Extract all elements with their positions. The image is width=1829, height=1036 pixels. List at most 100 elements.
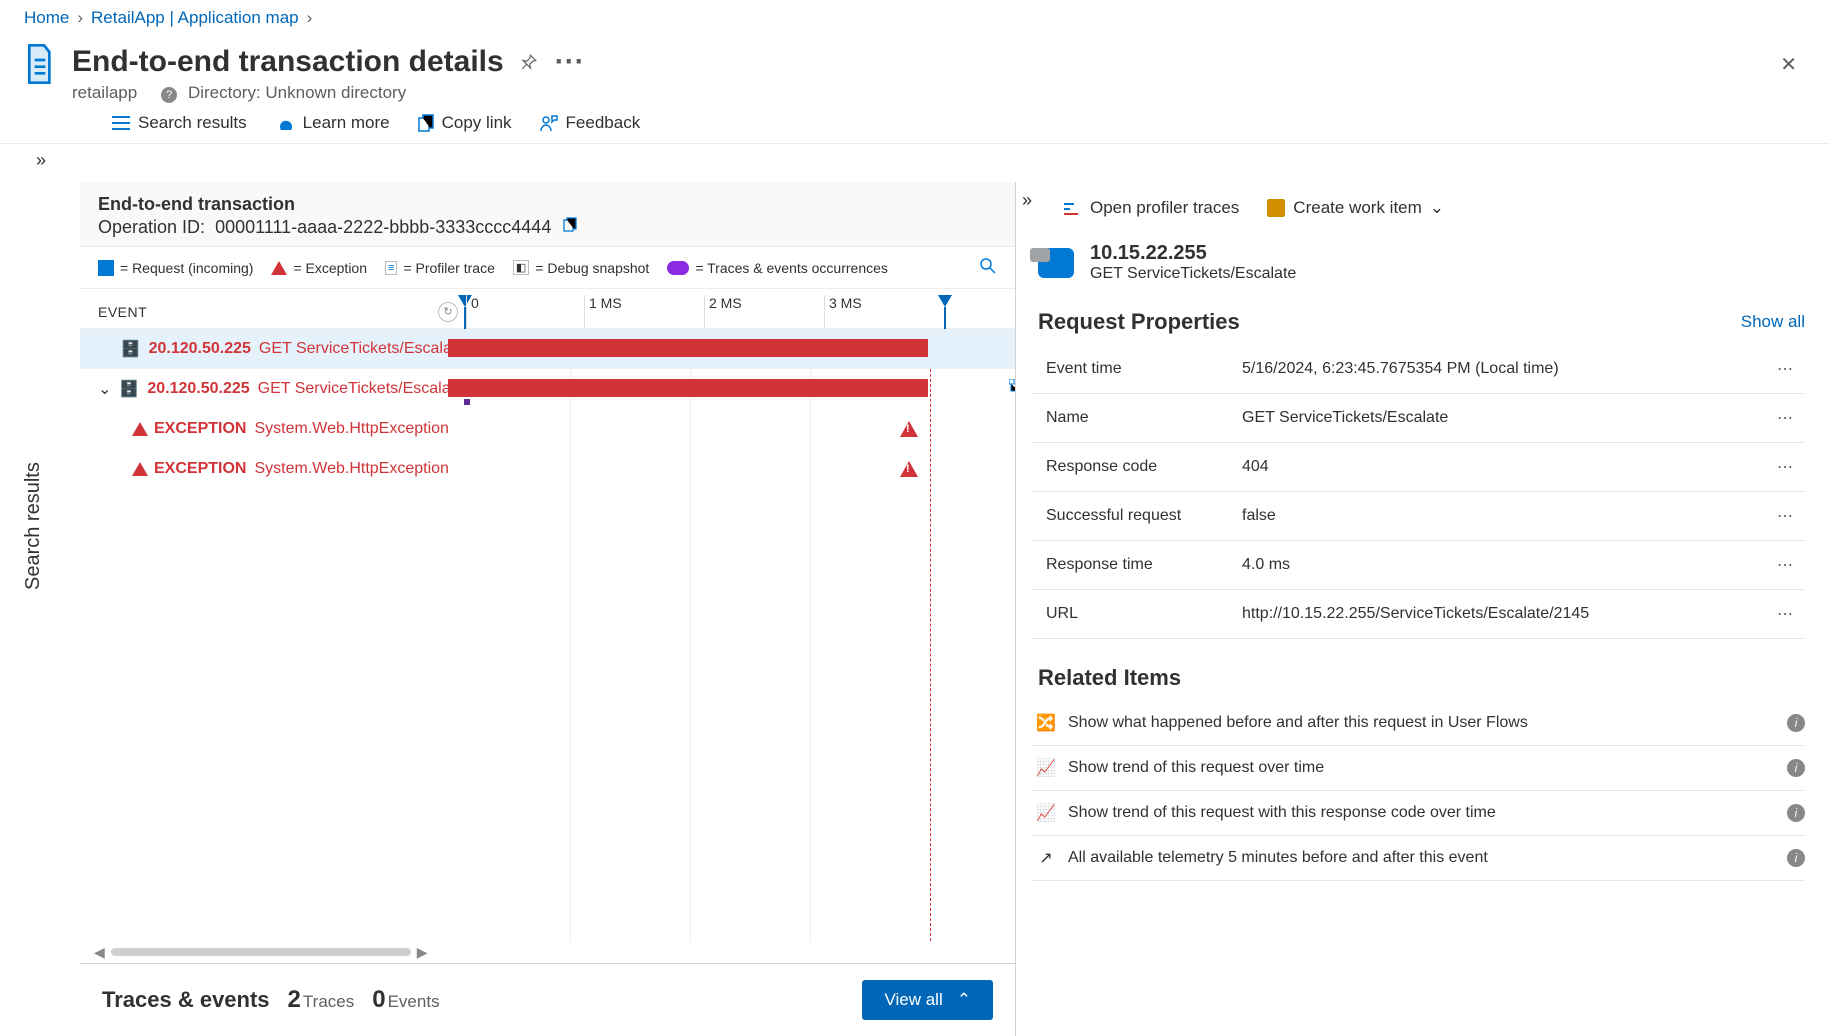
collapse-right-icon[interactable]: »	[1022, 190, 1032, 211]
copy-icon	[418, 114, 434, 132]
request-row[interactable]: ⌄ 🗄️ 20.120.50.225 GET ServiceTickets/Es…	[80, 369, 1015, 409]
page-title: End-to-end transaction details ⋯	[72, 44, 1805, 79]
more-icon[interactable]: ⋯	[1767, 506, 1805, 526]
property-row: Response code404⋯	[1032, 443, 1805, 492]
document-icon	[24, 44, 56, 87]
tick-2: 2 MS	[704, 295, 742, 328]
timeline-rows: 🗄️ 20.120.50.225 GET ServiceTickets/Esca…	[80, 329, 1015, 941]
operation-title: End-to-end transaction	[98, 194, 997, 215]
details-pane: Open profiler traces Create work item ⌄ …	[1016, 182, 1829, 1036]
exception-row[interactable]: EXCEPTION System.Web.HttpException !	[80, 409, 1015, 449]
exception-legend-icon	[271, 261, 287, 275]
search-icon[interactable]	[979, 257, 997, 278]
cloud-icon	[275, 116, 295, 130]
related-item[interactable]: 📈 Show trend of this request with this r…	[1032, 791, 1805, 836]
feedback-button[interactable]: Feedback	[540, 113, 641, 133]
row-op: GET ServiceTickets/Escalate	[258, 380, 448, 398]
legend: = Request (incoming) = Exception ≡= Prof…	[80, 246, 1015, 289]
horizontal-scrollbar[interactable]: ◀ ▶	[80, 941, 1015, 963]
instance-name: retailapp	[72, 83, 137, 103]
info-icon[interactable]: i	[1787, 714, 1805, 732]
work-item-icon	[1267, 199, 1285, 217]
tick-3: 3 MS	[824, 295, 862, 328]
show-all-link[interactable]: Show all	[1741, 312, 1805, 332]
chevron-down-icon[interactable]: ⌄	[98, 379, 111, 399]
page-header: End-to-end transaction details ⋯ retaila…	[0, 36, 1829, 103]
more-icon[interactable]: ⋯	[1767, 604, 1805, 624]
scroll-thumb[interactable]	[111, 948, 411, 956]
more-icon[interactable]: ⋯	[1767, 555, 1805, 575]
property-row: Event time5/16/2024, 6:23:45.7675354 PM …	[1032, 345, 1805, 394]
exception-detail: System.Web.HttpException	[254, 420, 448, 438]
exception-detail: System.Web.HttpException	[254, 460, 448, 478]
profiler-icon	[1064, 201, 1082, 215]
info-icon[interactable]: i	[1787, 804, 1805, 822]
related-item[interactable]: 🔀 Show what happened before and after th…	[1032, 701, 1805, 746]
search-results-vertical-label: Search results	[22, 462, 45, 590]
row-ip: 20.120.50.225	[149, 340, 251, 358]
request-properties-header: Request Properties	[1038, 309, 1240, 335]
hierarchy-icon[interactable]	[1009, 379, 1015, 398]
related-items-header: Related Items	[1032, 639, 1805, 701]
request-legend-icon	[98, 260, 114, 276]
exception-row[interactable]: EXCEPTION System.Web.HttpException !	[80, 449, 1015, 489]
event-column-header: EVENT	[98, 304, 438, 320]
cloud-role-icon	[1038, 248, 1074, 278]
more-icon[interactable]: ⋯	[554, 44, 584, 79]
copy-link-button[interactable]: Copy link	[418, 113, 512, 133]
info-icon[interactable]: i	[1787, 759, 1805, 777]
breadcrumb-app[interactable]: RetailApp | Application map	[91, 8, 299, 28]
search-results-button[interactable]: Search results	[112, 113, 247, 133]
clock-icon[interactable]: ↻	[438, 302, 458, 322]
directory-label: ? Directory: Unknown directory	[161, 83, 406, 103]
person-feedback-icon	[540, 114, 558, 132]
request-bar	[448, 379, 928, 397]
chevron-right-icon: ›	[307, 8, 313, 28]
request-row[interactable]: 🗄️ 20.120.50.225 GET ServiceTickets/Esca…	[80, 329, 1015, 369]
create-work-item-button[interactable]: Create work item ⌄	[1267, 198, 1444, 218]
scroll-left-icon[interactable]: ◀	[94, 944, 105, 961]
learn-more-button[interactable]: Learn more	[275, 113, 390, 133]
more-icon[interactable]: ⋯	[1767, 457, 1805, 477]
info-icon: ?	[161, 87, 177, 103]
server-icon: 🗄️	[119, 379, 139, 399]
footer-title: Traces & events	[102, 987, 270, 1013]
more-icon[interactable]: ⋯	[1767, 408, 1805, 428]
expand-panel-icon[interactable]: »	[36, 150, 46, 171]
scroll-right-icon[interactable]: ▶	[417, 944, 428, 961]
events-count: 0	[372, 986, 385, 1013]
close-icon[interactable]: ✕	[1780, 52, 1797, 77]
chart-icon: 📈	[1032, 803, 1050, 823]
pin-icon[interactable]	[520, 45, 538, 79]
property-row: Response time4.0 ms⋯	[1032, 541, 1805, 590]
transaction-timeline-pane: End-to-end transaction Operation ID: 000…	[80, 182, 1016, 1036]
exception-icon	[132, 422, 148, 436]
traces-legend-icon	[667, 261, 689, 275]
debug-legend-icon: ◧	[513, 260, 529, 275]
range-end-marker[interactable]	[938, 295, 952, 307]
copy-id-icon[interactable]	[561, 217, 577, 238]
more-icon[interactable]: ⋯	[1767, 359, 1805, 379]
property-row: URLhttp://10.15.22.255/ServiceTickets/Es…	[1032, 590, 1805, 639]
request-bar	[448, 339, 928, 357]
arrow-out-icon: ↗	[1032, 848, 1050, 868]
breadcrumb-home[interactable]: Home	[24, 8, 69, 28]
open-profiler-button[interactable]: Open profiler traces	[1064, 198, 1239, 218]
related-item[interactable]: ↗ All available telemetry 5 minutes befo…	[1032, 836, 1805, 881]
property-row: NameGET ServiceTickets/Escalate⋯	[1032, 394, 1805, 443]
related-item[interactable]: 📈 Show trend of this request over time i	[1032, 746, 1805, 791]
view-all-button[interactable]: View all ⌃	[862, 980, 993, 1020]
exception-marker: !	[900, 461, 918, 477]
host-operation: GET ServiceTickets/Escalate	[1090, 265, 1296, 283]
operation-id-label: Operation ID:	[98, 217, 205, 238]
row-op: GET ServiceTickets/Escalate	[259, 340, 448, 358]
property-row: Successful requestfalse⋯	[1032, 492, 1805, 541]
tick-0: 0	[466, 295, 479, 328]
exception-marker: !	[900, 421, 918, 437]
profiler-legend-icon: ≡	[385, 261, 397, 275]
host-ip: 10.15.22.255	[1090, 242, 1296, 265]
operation-id: 00001111-aaaa-2222-bbbb-3333cccc4444	[215, 217, 551, 238]
info-icon[interactable]: i	[1787, 849, 1805, 867]
list-icon	[112, 115, 130, 131]
breadcrumb: Home › RetailApp | Application map ›	[0, 0, 1829, 36]
